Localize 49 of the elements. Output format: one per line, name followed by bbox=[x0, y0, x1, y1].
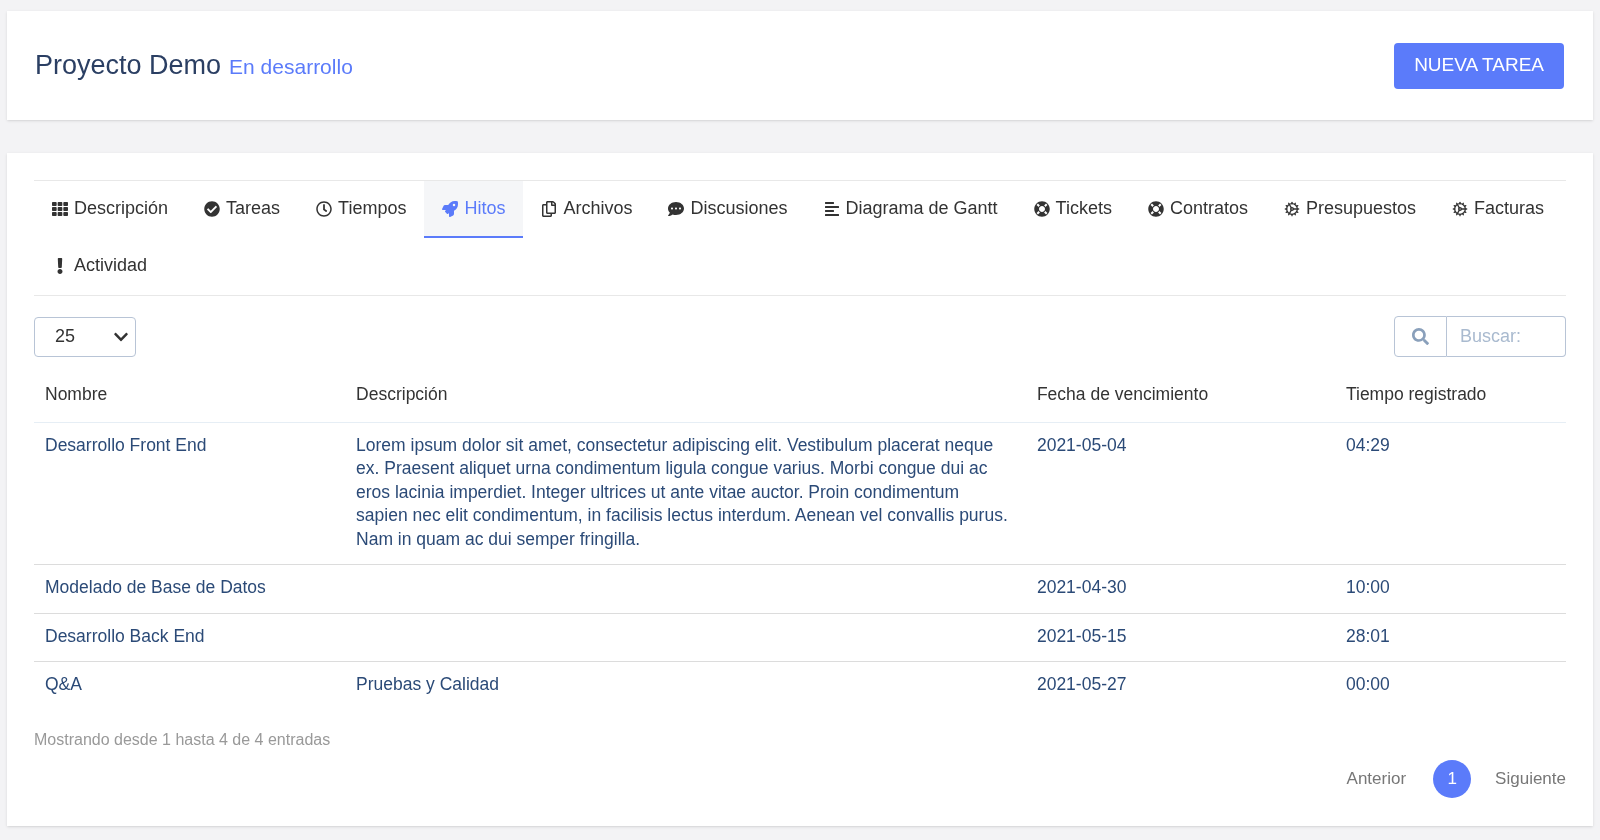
table-info: Mostrando desde 1 hasta 4 de 4 entradas bbox=[34, 729, 332, 750]
tab[interactable]: Facturas bbox=[1434, 181, 1563, 238]
next-page-link[interactable]: Siguiente bbox=[1495, 765, 1566, 792]
tab[interactable]: Actividad bbox=[34, 238, 166, 295]
table-cell: 04:29 bbox=[1345, 434, 1390, 455]
table-cell: 2021-04-30 bbox=[1036, 577, 1127, 597]
table-cell: 2021-05-27 bbox=[1036, 674, 1127, 694]
tab[interactable]: Contratos bbox=[1129, 181, 1266, 238]
table-cell: 2021-05-15 bbox=[1036, 625, 1127, 646]
files-icon bbox=[541, 200, 558, 217]
grid-icon bbox=[52, 200, 68, 217]
lines-icon bbox=[823, 200, 840, 217]
milestone-link[interactable]: Desarrollo Front End bbox=[45, 434, 207, 455]
table-cell: 2021-05-04 bbox=[1036, 434, 1127, 455]
page-button[interactable]: 1 bbox=[1433, 759, 1472, 798]
lifebuoy-icon bbox=[1033, 200, 1050, 217]
tab[interactable]: Descripción bbox=[34, 181, 187, 238]
project-status: En desarrollo bbox=[229, 54, 353, 81]
table-cell: Pruebas y Calidad bbox=[356, 674, 500, 694]
table-cell: 28:01 bbox=[1345, 625, 1390, 646]
gear-icon bbox=[1284, 200, 1300, 217]
milestone-link[interactable]: Modelado de Base de Datos bbox=[45, 577, 266, 597]
search-field[interactable]: Buscar: bbox=[1447, 316, 1566, 357]
milestone-link[interactable]: Q&A bbox=[45, 674, 82, 694]
speech-bubble-icon bbox=[668, 200, 685, 217]
search-icon bbox=[1412, 328, 1429, 345]
tab[interactable]: Diagrama de Gantt bbox=[805, 181, 1016, 238]
column-header: Tiempo registrado bbox=[1345, 384, 1487, 405]
rocket-icon bbox=[442, 200, 459, 217]
tab[interactable]: Tiempos bbox=[298, 181, 425, 238]
new-task-button[interactable]: NUEVA TAREA bbox=[1394, 42, 1564, 89]
column-header: Fecha de vencimiento bbox=[1036, 384, 1209, 405]
column-header: Descripción bbox=[356, 384, 448, 405]
tab[interactable]: Archivos bbox=[523, 181, 651, 238]
milestone-link[interactable]: Desarrollo Back End bbox=[45, 625, 205, 646]
lifebuoy-icon bbox=[1147, 200, 1164, 217]
clock-icon bbox=[316, 200, 333, 217]
gear-icon bbox=[1452, 200, 1469, 217]
table-cell: Lorem ipsum dolor sit amet, consectetur adipiscing elit. Vestibulum placerat neque ex. Praesent aliquet urna condimentum ligula congue varius. Morbi congue dui ac eros lacinia imperdiet. Integer ultrices ut ante vitae auctor. Proin condimentum sapien nec elit condimentum, in facilisis lectus interdum. Aenean vel convallis purus. Nam in quam ac dui semper fringilla. bbox=[356, 434, 1008, 549]
table-cell: 00:00 bbox=[1345, 674, 1390, 694]
tab[interactable]: Presupuestos bbox=[1266, 181, 1435, 238]
page-size-select[interactable]: 25 bbox=[34, 316, 136, 357]
table-cell: 10:00 bbox=[1345, 577, 1390, 597]
previous-page-link[interactable]: Anterior bbox=[1343, 765, 1410, 792]
tab[interactable]: Tareas bbox=[186, 181, 299, 238]
tab[interactable]: Discusiones bbox=[650, 181, 806, 238]
tab[interactable]: Tickets bbox=[1015, 181, 1130, 238]
column-header: Nombre bbox=[45, 384, 108, 405]
project-title: Proyecto Demo bbox=[35, 49, 222, 83]
